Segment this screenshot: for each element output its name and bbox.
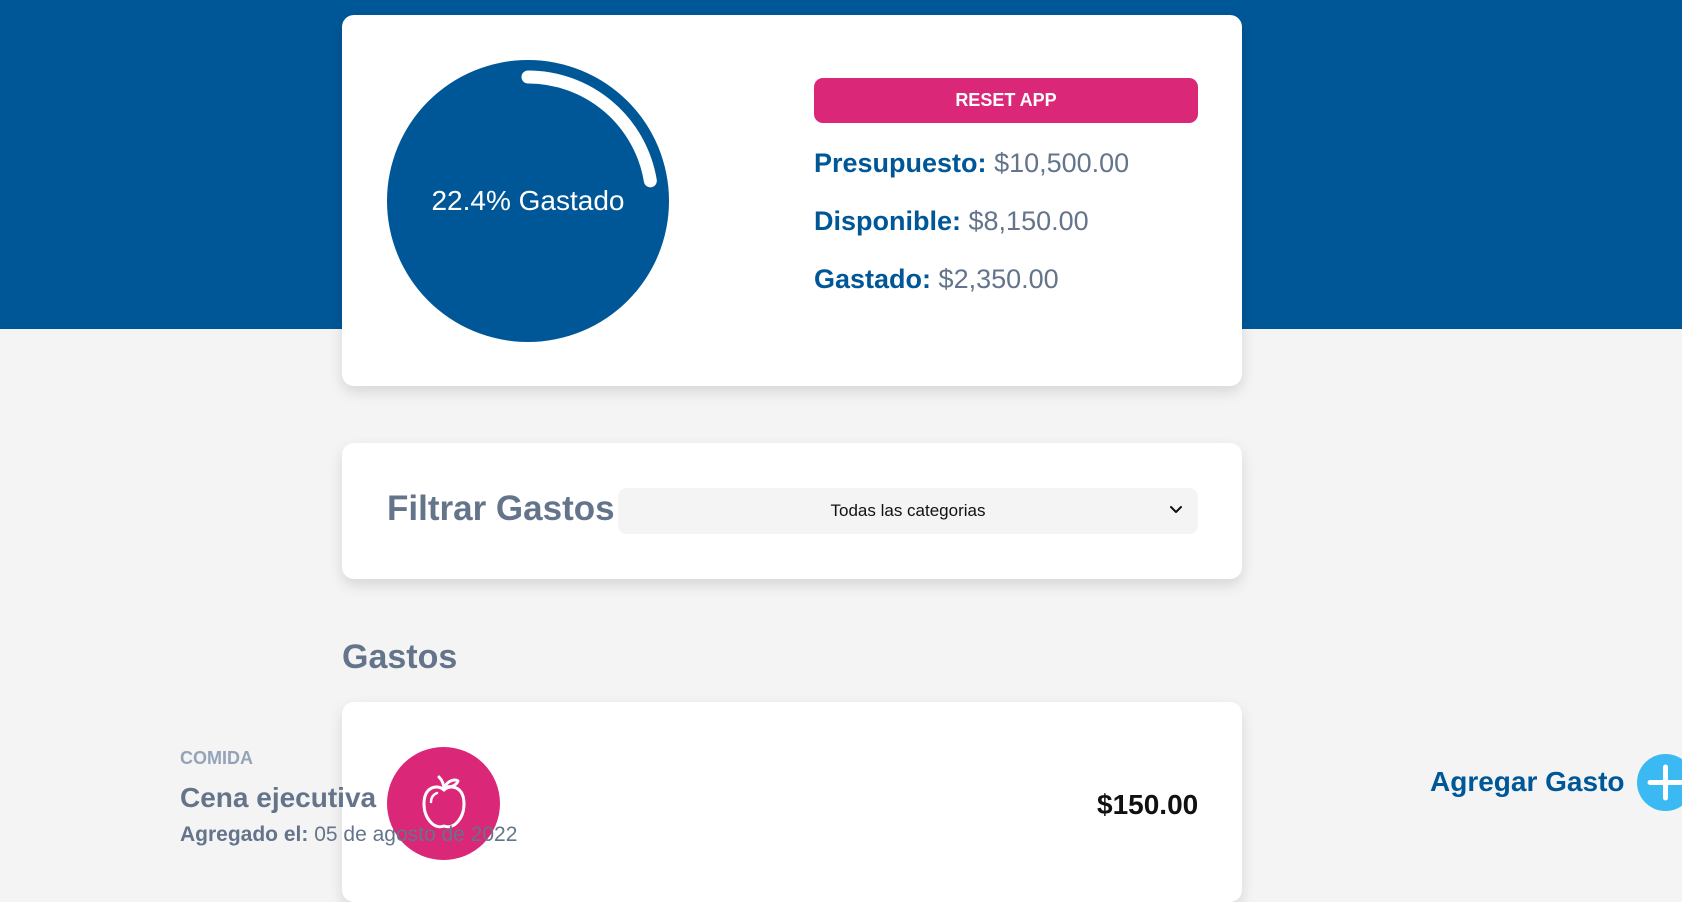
expenses-title: Gastos — [342, 638, 457, 677]
filter-selected-option: Todas las categorias — [831, 501, 986, 521]
budget-spent-value: $2,350.00 — [939, 264, 1059, 294]
reset-app-button[interactable]: RESET APP — [814, 78, 1198, 123]
budget-available: Disponible: $8,150.00 — [814, 206, 1089, 237]
progress-label: 22.4% Gastado — [387, 60, 669, 342]
budget-total: Presupuesto: $10,500.00 — [814, 148, 1129, 179]
budget-total-label: Presupuesto: — [814, 148, 987, 178]
expense-category: COMIDA — [180, 748, 253, 769]
category-filter-select[interactable]: Todas las categorias — [618, 488, 1198, 534]
filter-card: Filtrar Gastos Todas las categorias — [342, 443, 1242, 579]
budget-card: 22.4% Gastado RESET APP Presupuesto: $10… — [342, 15, 1242, 386]
chevron-down-icon — [1168, 501, 1184, 517]
plus-icon — [1637, 754, 1682, 811]
add-expense-action[interactable]: Agregar Gasto — [1430, 752, 1682, 812]
budget-available-value: $8,150.00 — [969, 206, 1089, 236]
add-expense-button[interactable] — [1637, 754, 1682, 811]
expense-date-value: 05 de agosto de 2022 — [314, 823, 517, 846]
budget-total-value: $10,500.00 — [994, 148, 1129, 178]
expense-date: Agregado el: 05 de agosto de 2022 — [180, 823, 517, 847]
add-expense-label[interactable]: Agregar Gasto — [1430, 766, 1625, 798]
budget-progress-circle: 22.4% Gastado — [387, 60, 669, 342]
budget-available-label: Disponible: — [814, 206, 961, 236]
expense-name: Cena ejecutiva — [180, 782, 376, 814]
expense-amount: $150.00 — [1097, 789, 1198, 821]
filter-title: Filtrar Gastos — [387, 489, 615, 529]
budget-spent-label: Gastado: — [814, 264, 931, 294]
budget-spent: Gastado: $2,350.00 — [814, 264, 1059, 295]
expense-date-label: Agregado el: — [180, 823, 308, 846]
